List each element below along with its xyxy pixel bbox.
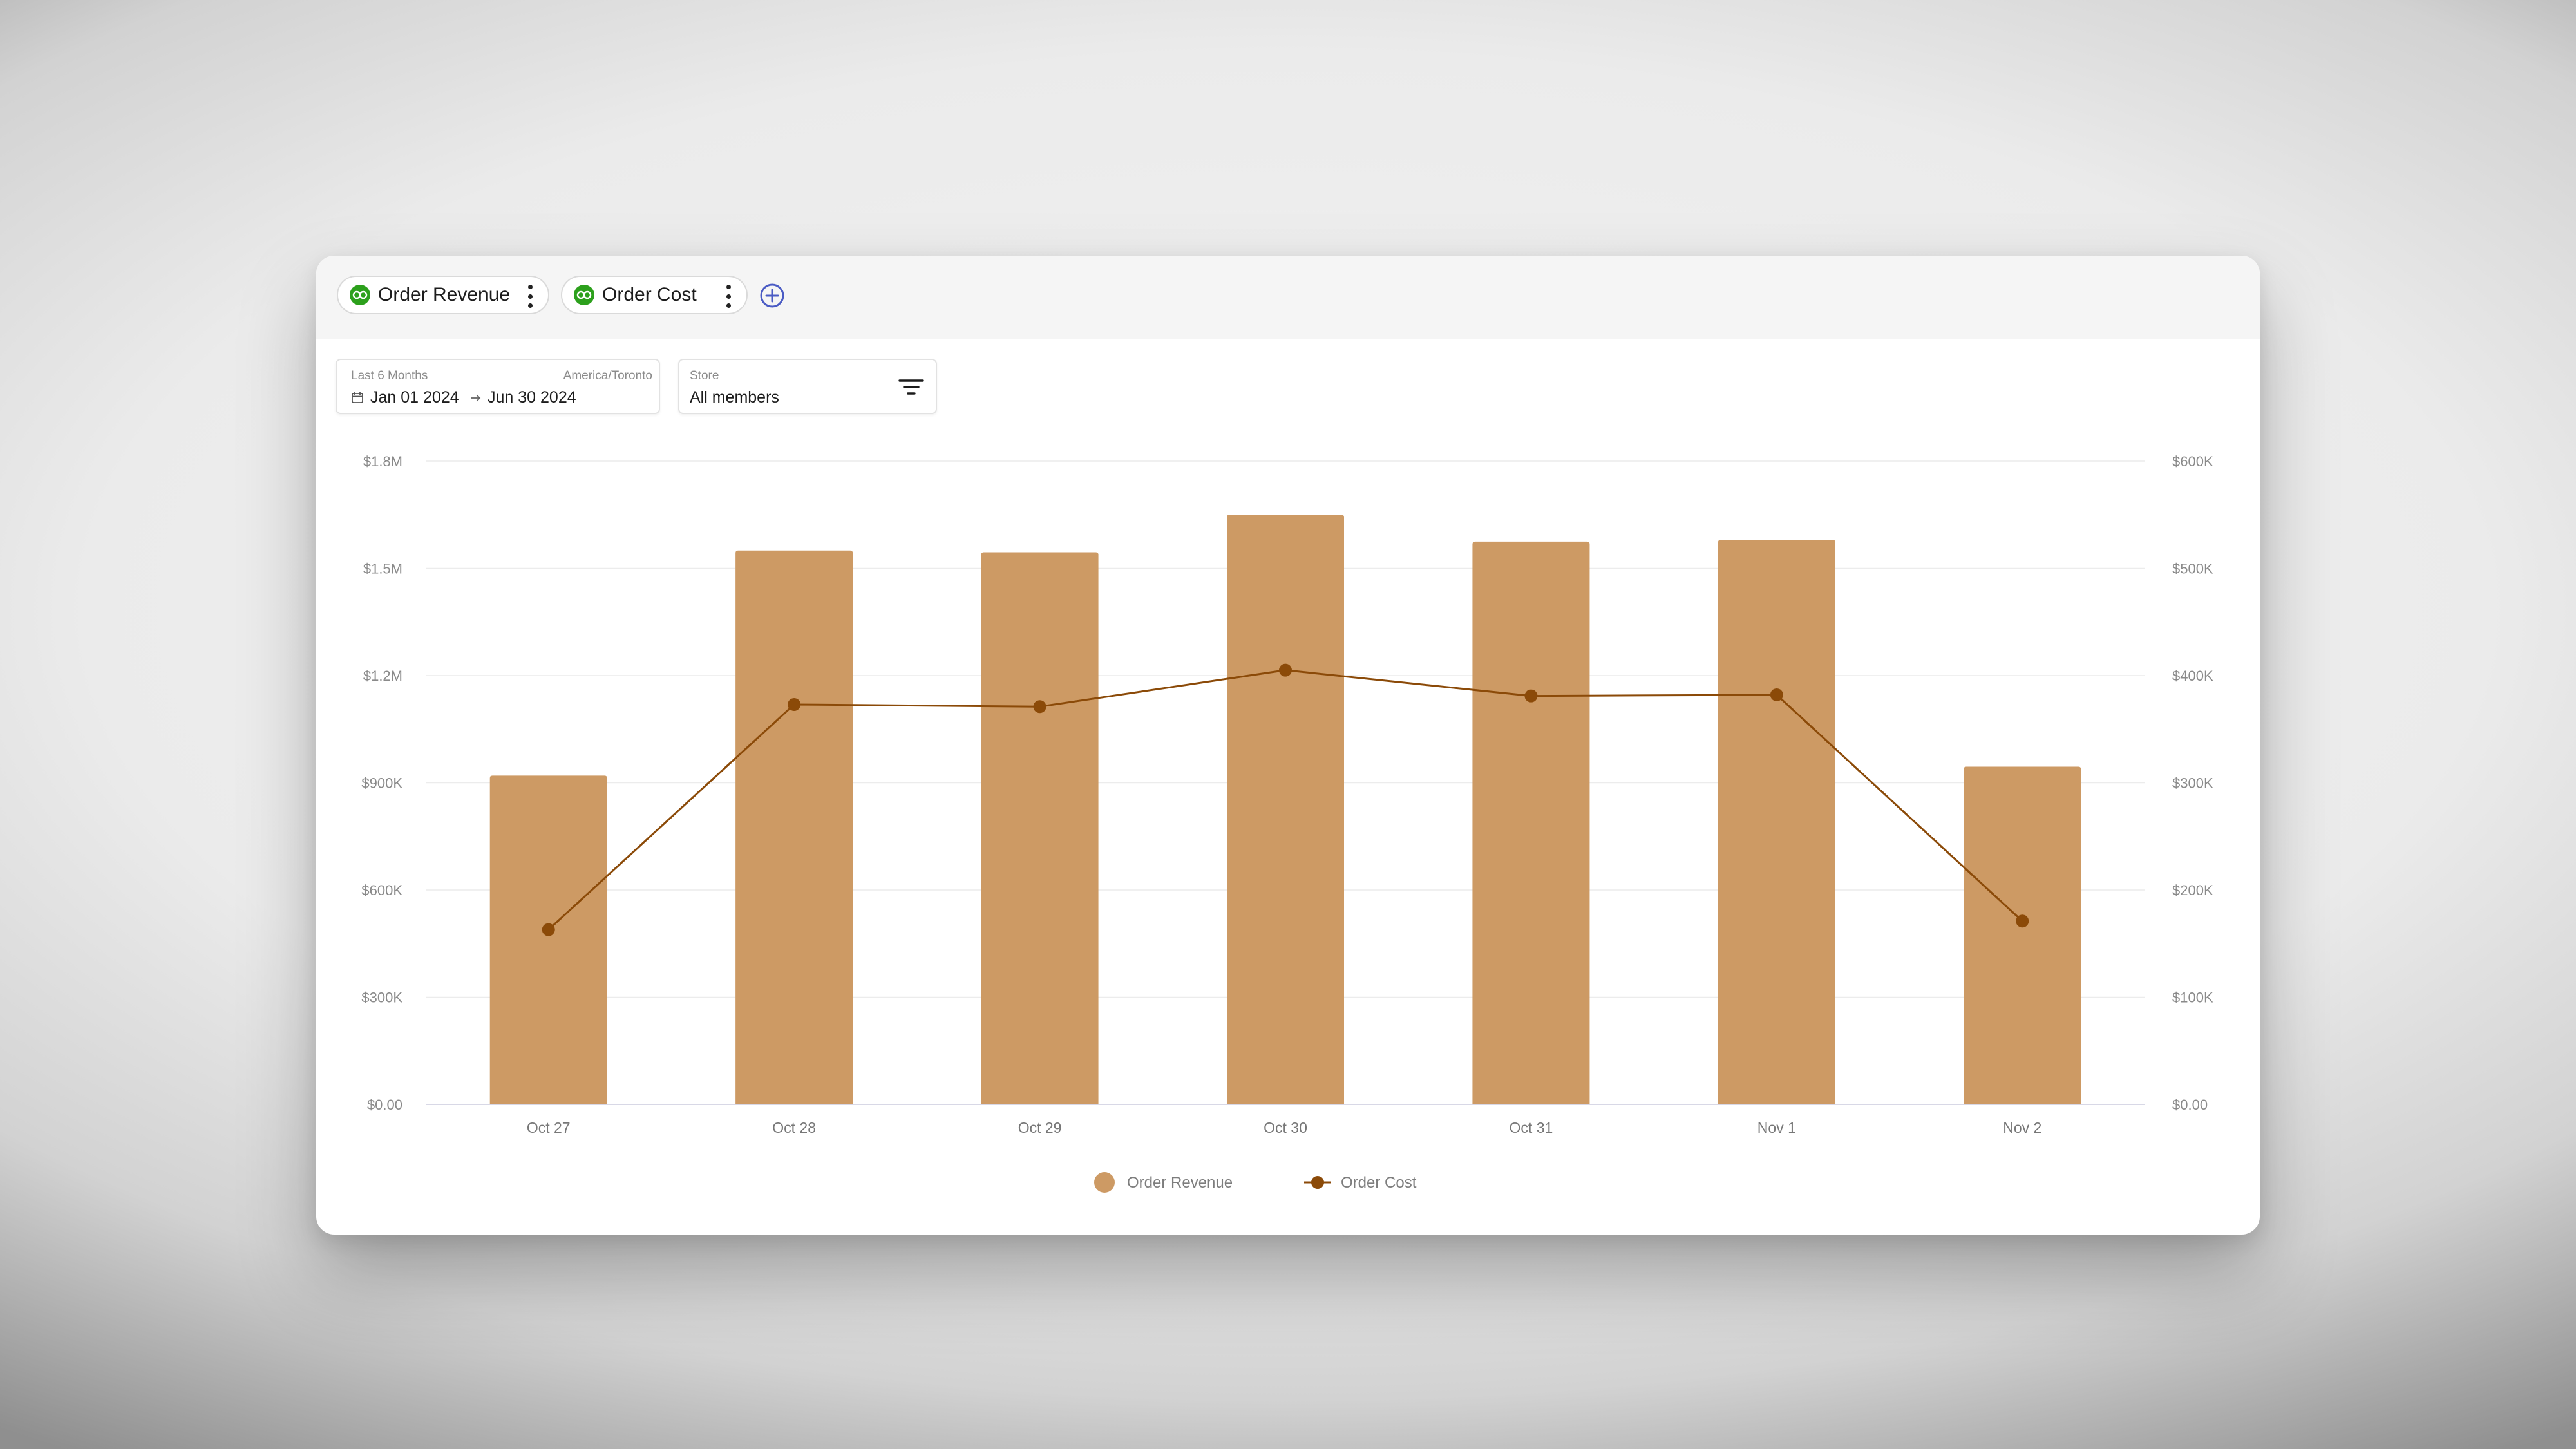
y-left-tick-label: $300K: [361, 990, 402, 1006]
cost-point[interactable]: [788, 697, 801, 711]
y-right-tick-label: $600K: [2172, 453, 2213, 469]
revenue-bar[interactable]: [735, 550, 853, 1104]
revenue-bar[interactable]: [981, 552, 1099, 1104]
y-left-tick-label: $900K: [361, 775, 402, 791]
cost-point[interactable]: [1770, 688, 1783, 701]
y-right-tick-label: $500K: [2172, 561, 2213, 577]
y-left-tick-label: $1.8M: [363, 453, 402, 469]
revenue-bar[interactable]: [1227, 515, 1344, 1104]
x-tick-label: Oct 28: [772, 1119, 816, 1136]
cost-point[interactable]: [1524, 689, 1538, 703]
x-tick-label: Nov 2: [2003, 1119, 2041, 1136]
y-left-tick-label: $1.5M: [363, 561, 402, 577]
y-left-tick-label: $600K: [361, 882, 402, 898]
cost-point[interactable]: [542, 923, 555, 936]
legend-revenue-swatch: [1094, 1172, 1115, 1193]
y-left-tick-label: $0.00: [367, 1097, 402, 1113]
x-tick-label: Oct 27: [527, 1119, 571, 1136]
revenue-bar[interactable]: [1472, 541, 1590, 1104]
revenue-bar[interactable]: [1718, 540, 1835, 1104]
legend-cost-label[interactable]: Order Cost: [1341, 1174, 1417, 1191]
y-left-tick-label: $1.2M: [363, 668, 402, 684]
revenue-bar[interactable]: [489, 775, 607, 1104]
y-right-tick-label: $200K: [2172, 882, 2213, 898]
y-right-tick-label: $300K: [2172, 775, 2213, 791]
y-right-tick-label: $100K: [2172, 990, 2213, 1006]
y-right-tick-label: $400K: [2172, 668, 2213, 684]
cost-point[interactable]: [2016, 914, 2029, 928]
revenue-cost-combo-chart: $0.00 $300K $600K $900K $1.2M $1.5M $1.8M $0.0…: [361, 453, 2213, 1193]
legend-cost-swatch: [1311, 1176, 1324, 1189]
revenue-bar[interactable]: [1964, 766, 2081, 1104]
legend-revenue-label[interactable]: Order Revenue: [1127, 1174, 1233, 1191]
dashboard-window: Order Revenue Order Cost Last 6 Months A…: [316, 256, 2260, 1235]
x-tick-label: Oct 29: [1018, 1119, 1062, 1136]
y-right-tick-label: $0.00: [2172, 1097, 2208, 1113]
cost-point[interactable]: [1033, 700, 1046, 714]
cost-point[interactable]: [1279, 663, 1292, 677]
x-tick-label: Nov 1: [1757, 1119, 1796, 1136]
x-tick-label: Oct 30: [1264, 1119, 1307, 1136]
x-tick-label: Oct 31: [1510, 1119, 1553, 1136]
